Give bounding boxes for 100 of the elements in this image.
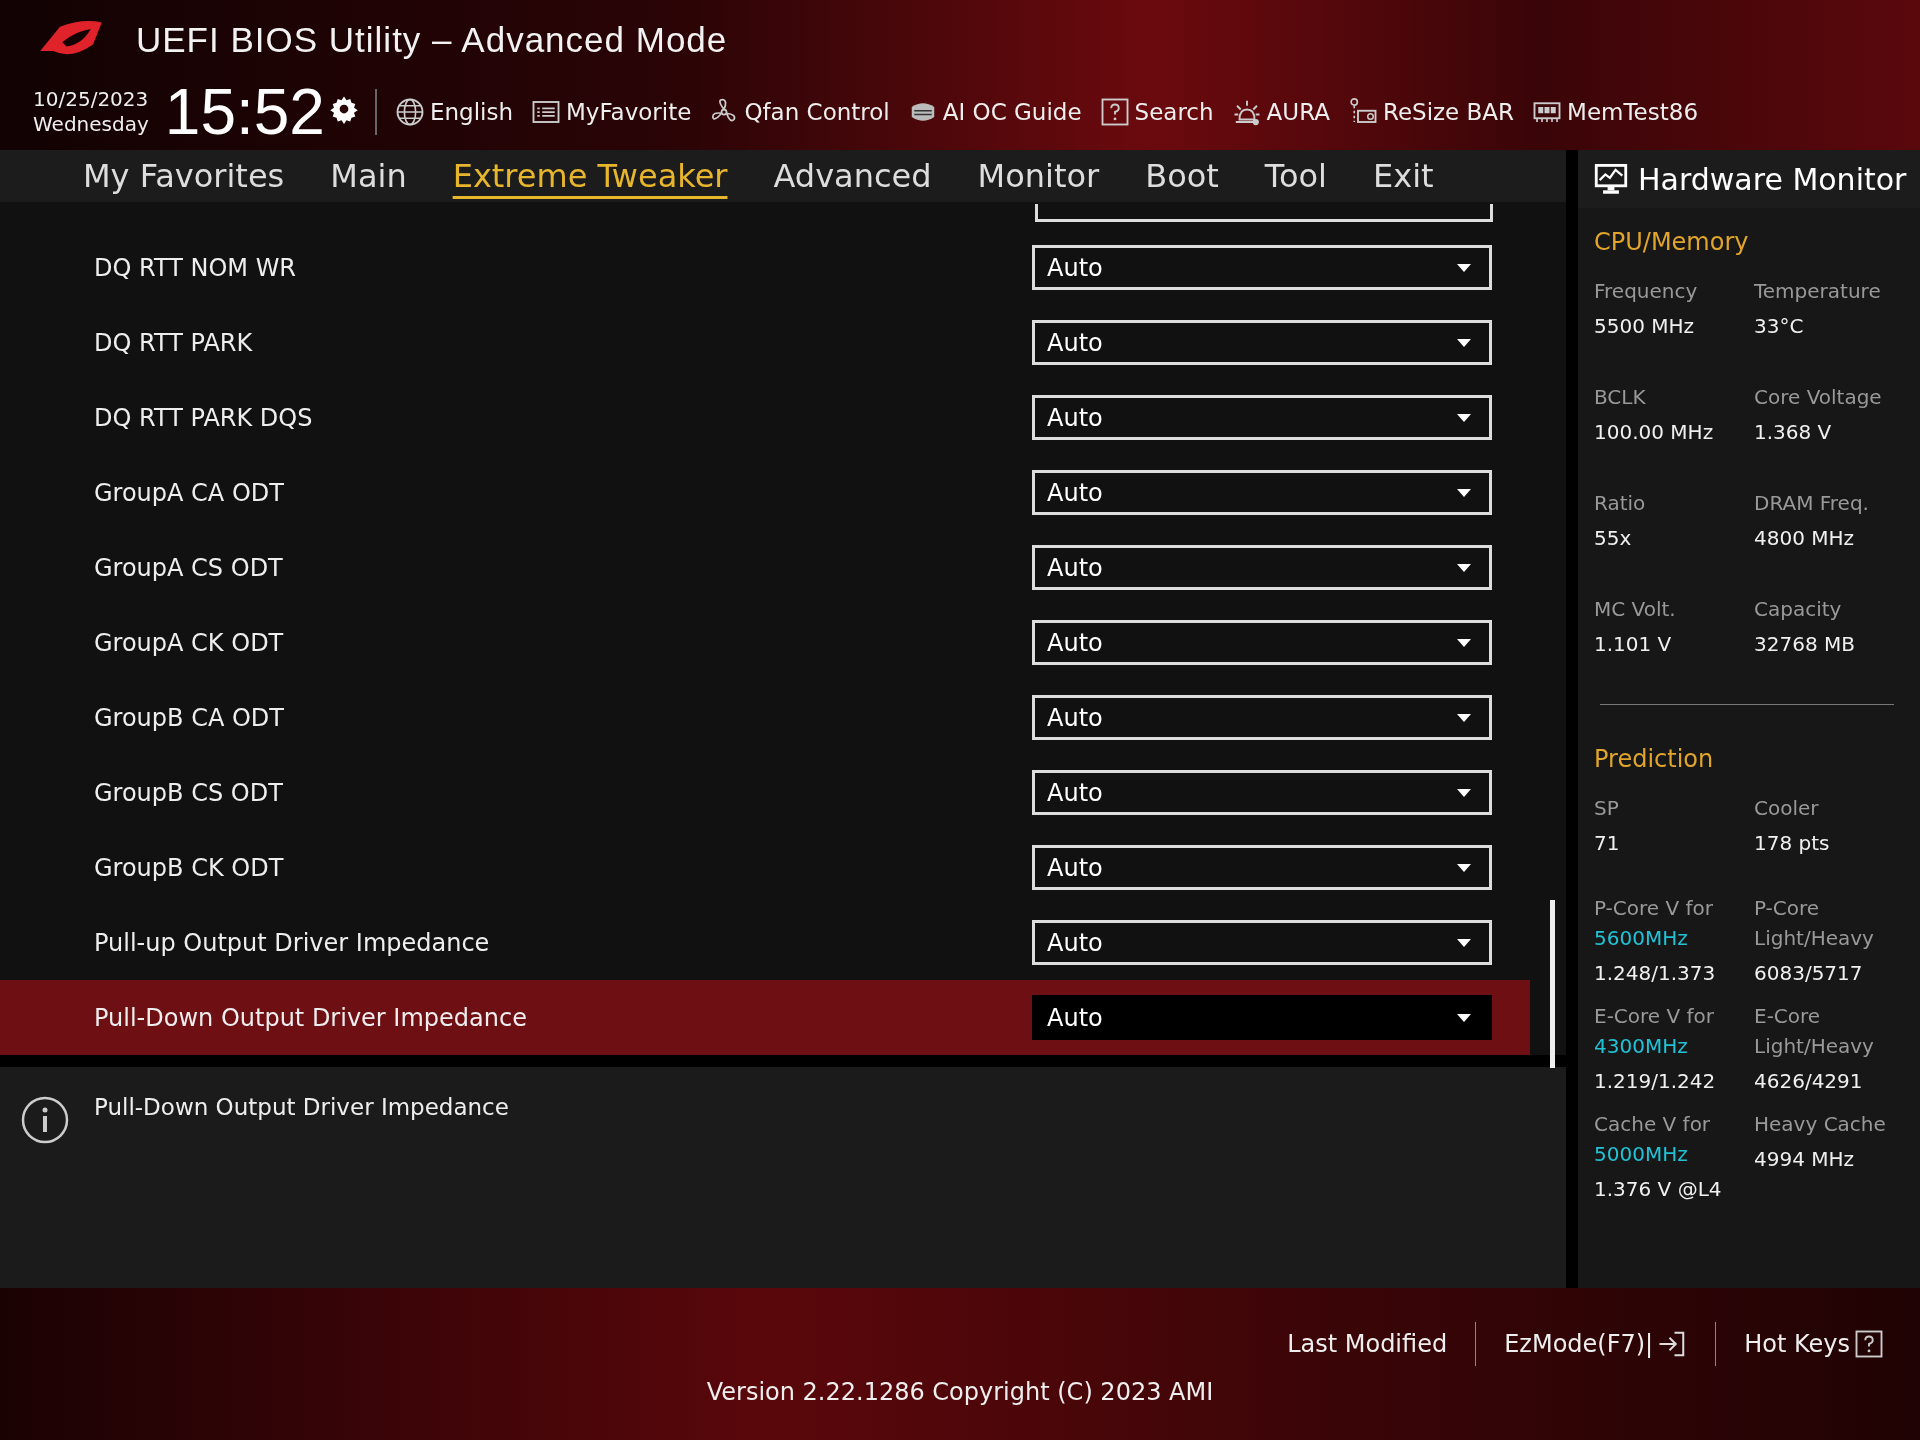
help-text: Pull-Down Output Driver Impedance bbox=[94, 1093, 509, 1121]
caret-icon bbox=[1457, 413, 1471, 422]
metric-value: 4800 MHz bbox=[1754, 525, 1856, 552]
dropdown-value: Auto bbox=[1047, 403, 1103, 432]
caret-icon bbox=[1457, 938, 1471, 947]
menu-tab[interactable]: My Favorites bbox=[60, 154, 308, 199]
help-icon[interactable] bbox=[1099, 97, 1130, 127]
version-text: Version 2.22.1286 Copyright (C) 2023 AMI bbox=[706, 1378, 1214, 1406]
metric-label: E-Core V for bbox=[1594, 1003, 1716, 1030]
globe-icon[interactable] bbox=[394, 97, 425, 127]
dropdown-field[interactable]: Auto bbox=[1032, 845, 1492, 891]
dropdown-field[interactable]: Auto bbox=[1032, 470, 1492, 516]
menu-tab[interactable]: Exit bbox=[1350, 154, 1457, 199]
weekday-text: Wednesday bbox=[33, 112, 149, 137]
metric-value: 6083/5717 bbox=[1754, 960, 1864, 987]
metric-label: Capacity bbox=[1754, 596, 1843, 623]
dropdown-field[interactable]: Auto bbox=[1032, 395, 1492, 441]
dropdown-value: Auto bbox=[1047, 853, 1103, 882]
footer-button[interactable]: Last Modified bbox=[1279, 1330, 1456, 1358]
setting-label: GroupB CS ODT bbox=[94, 778, 283, 807]
dropdown-field[interactable]: Auto bbox=[1032, 245, 1492, 291]
setting-label: DQ RTT PARK bbox=[94, 328, 253, 357]
date-text: 10/25/2023 bbox=[33, 87, 149, 112]
toolbar-button[interactable]: Qfan Control bbox=[744, 99, 890, 125]
menu-tab[interactable]: Extreme Tweaker bbox=[429, 154, 751, 199]
caret-icon bbox=[1457, 338, 1471, 347]
metric-value: 33°C bbox=[1754, 313, 1805, 340]
menu-tab[interactable]: Advanced bbox=[750, 154, 955, 199]
metric-label: MC Volt. bbox=[1594, 596, 1677, 623]
caret-icon bbox=[1457, 263, 1471, 272]
dropdown-field[interactable]: Auto bbox=[1032, 620, 1492, 666]
selected-row-highlight[interactable]: Pull-Down Output Driver Impedance Auto bbox=[0, 980, 1530, 1056]
caret-icon bbox=[1457, 638, 1471, 647]
menu-tab[interactable]: Main bbox=[307, 154, 430, 199]
metric-label: Ratio bbox=[1594, 490, 1647, 517]
setting-label: GroupB CK ODT bbox=[94, 853, 284, 882]
metric-value: 55x bbox=[1594, 525, 1633, 552]
metric-value: 1.248/1.373 bbox=[1594, 960, 1717, 987]
menu-tab[interactable]: Monitor bbox=[954, 154, 1123, 199]
metric-label: P-Core V for bbox=[1594, 895, 1715, 922]
setting-label: GroupA CK ODT bbox=[94, 628, 284, 657]
dropdown-field[interactable]: Auto bbox=[1032, 695, 1492, 741]
setting-label: Pull-up Output Driver Impedance bbox=[94, 928, 490, 957]
setting-label: DQ RTT NOM WR bbox=[94, 253, 297, 282]
clock-time: 15:52 bbox=[164, 80, 325, 144]
metric-label: Core Voltage bbox=[1754, 384, 1883, 411]
metric-label: Cooler bbox=[1754, 795, 1820, 822]
metric-value: 5500 MHz bbox=[1594, 313, 1696, 340]
metric-value: 1.219/1.242 bbox=[1594, 1068, 1717, 1095]
metric-label: SP bbox=[1594, 795, 1620, 822]
toolbar-button[interactable]: Search bbox=[1134, 99, 1214, 125]
setting-label: DQ RTT PARK DQS bbox=[94, 403, 313, 432]
frequency-text: 5000MHz bbox=[1594, 1141, 1689, 1168]
metric-value: 178 pts bbox=[1754, 830, 1831, 857]
toolbar-button[interactable]: ReSize BAR bbox=[1382, 99, 1515, 125]
dropdown-value: Auto bbox=[1047, 553, 1103, 582]
caret-icon bbox=[1457, 488, 1471, 497]
caret-icon bbox=[1457, 713, 1471, 722]
toolbar-button[interactable]: English bbox=[429, 99, 513, 125]
metric-label: Frequency bbox=[1594, 278, 1699, 305]
monitor-title: Hardware Monitor bbox=[1638, 161, 1907, 197]
dropdown-field[interactable]: Auto bbox=[1032, 770, 1492, 816]
dropdown-field[interactable]: Auto bbox=[1032, 320, 1492, 366]
dropdown-value: Auto bbox=[1047, 253, 1103, 282]
dropdown-field[interactable]: Auto bbox=[1032, 545, 1492, 591]
info-icon bbox=[20, 1095, 70, 1146]
toolbar-button[interactable]: MyFavorite bbox=[566, 99, 692, 125]
metric-label: E-Core Light/Heavy bbox=[1754, 1003, 1875, 1060]
metric-value: 100.00 MHz bbox=[1594, 419, 1715, 446]
menu-tab[interactable]: Tool bbox=[1241, 154, 1350, 199]
dropdown-field[interactable] bbox=[1035, 204, 1493, 223]
help-icon bbox=[1854, 1329, 1884, 1359]
menu-tab[interactable]: Boot bbox=[1122, 154, 1242, 199]
window-title: UEFI BIOS Utility – Advanced Mode bbox=[136, 20, 728, 60]
metric-value: 1.101 V bbox=[1594, 631, 1673, 658]
dropdown-value: Auto bbox=[1047, 778, 1103, 807]
setting-label: GroupB CA ODT bbox=[94, 703, 284, 732]
caret-icon bbox=[1457, 1013, 1471, 1022]
scrollbar[interactable] bbox=[1550, 900, 1555, 1069]
dropdown-value: Auto bbox=[1047, 703, 1103, 732]
dropdown-value: Auto bbox=[1047, 1003, 1103, 1032]
toolbar-button[interactable]: MemTest86 bbox=[1567, 99, 1699, 125]
toolbar-button[interactable]: AURA bbox=[1266, 99, 1330, 125]
metric-label: BCLK bbox=[1594, 384, 1647, 411]
dropdown-value: Auto bbox=[1047, 328, 1103, 357]
footer-button[interactable]: EzMode(F7)| bbox=[1496, 1329, 1696, 1359]
dropdown-field[interactable]: Auto bbox=[1032, 995, 1492, 1041]
section-title: Prediction bbox=[1594, 745, 1715, 773]
caret-icon bbox=[1457, 788, 1471, 797]
metric-value: 1.376 V @L4 bbox=[1594, 1176, 1723, 1203]
footer-button[interactable]: Hot Keys bbox=[1736, 1329, 1892, 1359]
dropdown-value: Auto bbox=[1047, 628, 1103, 657]
metric-value: 71 bbox=[1594, 830, 1621, 857]
metric-label: DRAM Freq. bbox=[1754, 490, 1870, 517]
dropdown-value: Auto bbox=[1047, 928, 1103, 957]
toolbar-button[interactable]: AI OC Guide bbox=[942, 99, 1082, 125]
section-title: CPU/Memory bbox=[1594, 228, 1750, 256]
dropdown-field[interactable]: Auto bbox=[1032, 920, 1492, 966]
settings-icon[interactable] bbox=[328, 94, 359, 124]
caret-icon bbox=[1457, 863, 1471, 872]
